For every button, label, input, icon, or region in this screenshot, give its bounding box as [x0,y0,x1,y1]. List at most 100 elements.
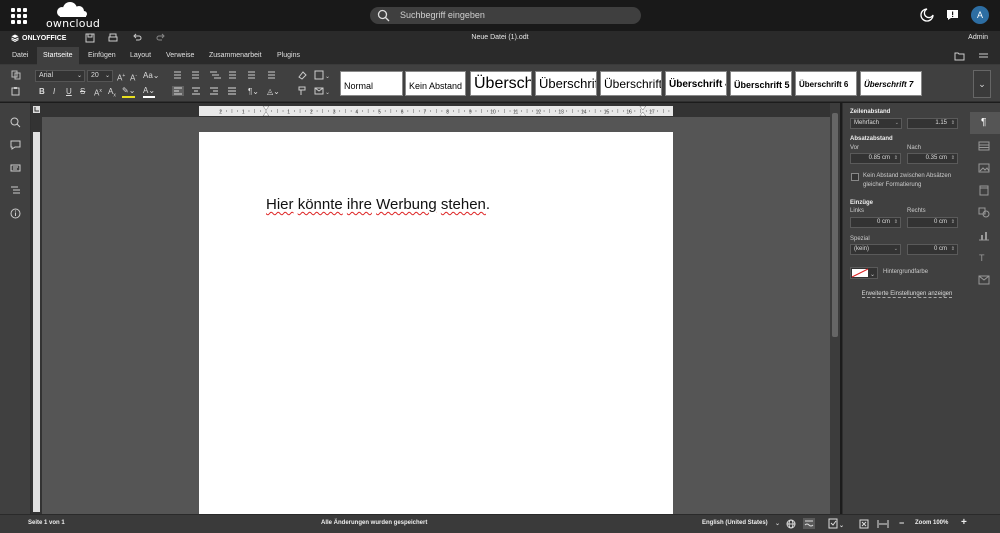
fit-page-icon[interactable] [859,519,869,529]
style-heading-7[interactable]: Überschrift 7 [860,71,922,96]
no-space-checkbox[interactable] [851,173,859,181]
horizontal-ruler[interactable]: 2 1 1 2 3 4 5 6 7 8 9 10 11 12 13 14 15 16 17 [199,106,673,116]
increase-font-button[interactable]: A+ [117,71,125,84]
ruler-number: 9 [469,110,472,116]
globe-icon[interactable] [786,519,796,529]
scrollbar-thumb[interactable] [832,113,838,337]
style-heading-3[interactable]: Überschrift 3 [600,71,662,96]
indent-right-value: 0 cm [933,219,947,225]
tab-layout[interactable]: Layout [124,47,157,65]
font-size-value: 20 [91,72,99,79]
spacing-after-input[interactable]: 0.35 cm ⇕ [907,153,958,164]
open-location-icon[interactable] [954,51,965,61]
special-indent-select[interactable]: (kein) ⌄ [850,244,901,255]
image-settings-icon[interactable] [978,163,990,173]
background-color-picker[interactable]: ⌄ [850,267,878,279]
font-name-value: Arial [39,72,54,79]
style-heading-5[interactable]: Überschrift 5 [730,71,792,96]
text-art-icon[interactable]: T [978,252,990,263]
subscript-button[interactable]: Ax [108,87,116,101]
document-paragraph[interactable]: Hier könnte ihre Werbung stehen. [266,196,490,213]
svg-text:T: T [979,253,985,263]
style-heading-6[interactable]: Überschrift 6 [795,71,857,96]
font-size-select[interactable]: 20 ⌄ [87,70,113,82]
line-spacing-mode-select[interactable]: Mehrfach ⌄ [850,118,902,129]
vertical-scrollbar[interactable] [830,103,840,514]
mail-merge-icon[interactable]: ⌄ [314,86,330,96]
paste-icon[interactable] [11,86,21,96]
font-color-button[interactable]: A⌄ [143,86,156,98]
shape-settings-icon[interactable] [978,207,990,218]
menu-icon[interactable] [978,51,989,61]
ruler-number: 5 [378,110,381,116]
mail-merge-settings-icon[interactable] [978,275,990,285]
paragraph-settings-icon[interactable]: ¶ [981,117,986,128]
tab-stop-selector[interactable] [31,103,42,117]
special-amount-input[interactable]: 0 cm ⇕ [907,244,958,255]
theme-toggle-icon[interactable] [920,8,934,22]
ruler-number: 7 [424,110,427,116]
word: Hier [266,196,294,213]
styles-expand-button[interactable]: ⌄ [973,70,991,98]
owncloud-logo[interactable]: owncloud [46,2,100,30]
style-heading-2[interactable]: Überschrift 2 [535,71,597,96]
font-name-select[interactable]: Arial ⌄ [35,70,85,82]
style-heading-4[interactable]: Überschrift 4 [665,71,727,96]
copy-icon[interactable] [11,70,21,80]
page-indicator[interactable]: Seite 1 von 1 [28,520,65,526]
highlight-button[interactable]: ✎⌄ [122,86,136,98]
align-buttons[interactable]: ¶⌄ ◬⌄ [172,86,290,96]
style-normal[interactable]: Normal [340,71,403,96]
vertical-ruler[interactable] [31,117,42,514]
app-launcher-icon[interactable] [11,8,27,24]
paragraph-settings-panel: Zeilenabstand Mehrfach ⌄ 1.15 ⇕ Absatzabst… [842,103,970,514]
bold-button[interactable]: B [39,87,45,97]
track-changes-icon[interactable]: ⌄ [828,518,844,529]
strikethrough-button[interactable]: S [80,87,85,97]
notifications-icon[interactable] [946,9,959,21]
underline-button[interactable]: U [66,87,72,97]
decrease-font-button[interactable]: A- [130,71,137,84]
table-settings-icon[interactable] [978,141,990,151]
superscript-button[interactable]: Ax [94,86,102,99]
language-select[interactable]: English (United States) [702,520,768,526]
document-page[interactable]: Hier könnte ihre Werbung stehen. [199,132,673,514]
avatar[interactable]: A [971,6,989,24]
search-field[interactable]: Suchbegriff eingeben [370,7,641,24]
comments-icon[interactable] [10,140,21,151]
advanced-settings-link[interactable]: Erweiterte Einstellungen anzeigen [843,291,971,298]
line-spacing-input[interactable]: 1.15 ⇕ [907,118,958,129]
zoom-out-button[interactable]: − [899,518,904,528]
spacing-before-input[interactable]: 0.85 cm ⇕ [850,153,901,164]
background-color-label: Hintergrundfarbe [883,269,929,275]
zoom-in-button[interactable]: + [961,517,967,528]
tab-verweise[interactable]: Verweise [160,47,200,65]
tab-plugins[interactable]: Plugins [271,47,306,65]
chart-settings-icon[interactable] [978,230,990,241]
shading-icon[interactable]: ⌄ [314,70,330,80]
search-icon[interactable] [10,117,21,128]
tab-datei[interactable]: Datei [6,47,34,65]
navigation-icon[interactable] [10,185,21,196]
header-footer-icon[interactable] [978,185,990,196]
fit-width-icon[interactable] [877,519,889,529]
info-icon[interactable] [10,208,21,219]
chat-icon[interactable] [10,163,21,174]
style-heading-1[interactable]: Überschrift 1 [470,71,532,96]
clear-style-icon[interactable] [297,70,307,80]
user-name[interactable]: Admin [968,34,988,41]
after-label: Nach [907,145,922,151]
tab-startseite[interactable]: Startseite [37,47,79,65]
style-kein-abstand[interactable]: Kein Abstand [405,71,466,96]
copy-style-icon[interactable] [297,86,307,96]
change-case-button[interactable]: Aa⌄ [143,71,160,81]
indent-right-input[interactable]: 0 cm ⇕ [907,217,958,228]
tab-einfuegen[interactable]: Einfügen [82,47,122,65]
italic-button[interactable]: I [53,87,55,97]
list-buttons[interactable] [172,70,290,80]
spell-check-icon[interactable] [803,518,815,529]
advanced-settings-label: Erweiterte Einstellungen anzeigen [861,291,953,298]
tab-zusammenarbeit[interactable]: Zusammenarbeit [203,47,268,65]
vertical-ruler-scale [33,132,40,512]
indent-left-input[interactable]: 0 cm ⇕ [850,217,901,228]
